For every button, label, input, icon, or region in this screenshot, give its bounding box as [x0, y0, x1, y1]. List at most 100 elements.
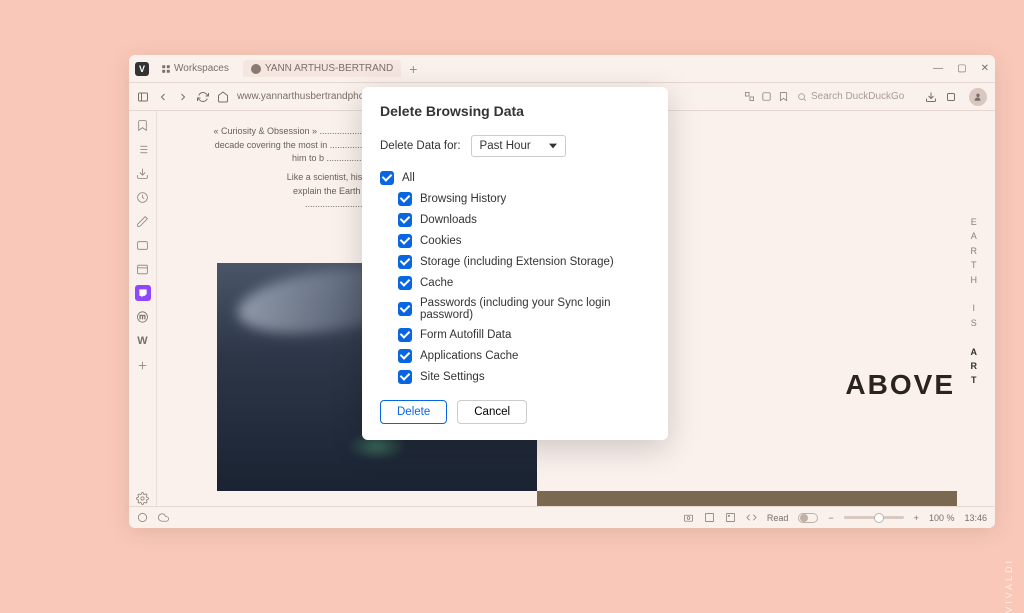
checkbox-icon [398, 255, 412, 269]
maximize-button[interactable]: ▢ [957, 63, 966, 74]
checkbox-icon [398, 302, 412, 316]
code-icon [746, 512, 757, 523]
time-range-select[interactable]: Past Hour [471, 135, 566, 157]
status-capture[interactable] [683, 512, 694, 523]
status-read-toggle[interactable] [798, 513, 818, 523]
status-images[interactable] [725, 512, 736, 523]
reload-button[interactable] [197, 91, 209, 103]
zoom-slider[interactable] [844, 516, 904, 519]
delete-for-row: Delete Data for: Past Hour [380, 135, 650, 157]
checkbox-icon [398, 349, 412, 363]
workspaces-label: Workspaces [174, 63, 229, 74]
tab-title: YANN ARTHUS-BERTRAND [265, 63, 393, 74]
checkbox-label: Passwords (including your Sync login pas… [420, 297, 650, 321]
extensions-button[interactable] [945, 91, 957, 103]
grid-icon [704, 512, 715, 523]
panel-wikipedia[interactable]: W [135, 333, 151, 349]
close-button[interactable]: ✕ [981, 63, 989, 74]
checkbox-item[interactable]: Cookies [398, 234, 650, 248]
status-read-label: Read [767, 513, 789, 523]
profile-button[interactable] [969, 88, 987, 106]
titlebar: V Workspaces YANN ARTHUS-BERTRAND + — ▢ … [129, 55, 995, 83]
arrow-right-icon [177, 91, 189, 103]
downloads-button[interactable] [925, 91, 937, 103]
image-icon [725, 512, 736, 523]
reload-icon [197, 91, 209, 103]
cancel-button[interactable]: Cancel [457, 400, 527, 424]
checkbox-label: Cookies [420, 235, 462, 247]
status-cloud[interactable] [158, 512, 169, 523]
minimize-button[interactable]: — [933, 63, 943, 74]
panel-window[interactable] [135, 261, 151, 277]
sync-icon [137, 512, 148, 523]
checkbox-item[interactable]: Storage (including Extension Storage) [398, 255, 650, 269]
vivaldi-watermark: VIVALDI [1004, 558, 1014, 613]
checkbox-label: Storage (including Extension Storage) [420, 256, 614, 268]
search-icon [797, 92, 807, 102]
vertical-text-plain: EARTHIS [971, 215, 982, 330]
panel-mastodon[interactable]: ⓜ [135, 309, 151, 325]
puzzle-icon [945, 91, 957, 103]
bookmark-icon[interactable] [778, 91, 789, 102]
checkbox-label: Cache [420, 277, 453, 289]
browser-tab[interactable]: YANN ARTHUS-BERTRAND [243, 60, 401, 77]
panel-add[interactable] [135, 357, 151, 373]
clock-icon [136, 191, 149, 204]
status-bar: Read − + 100 % 13:46 [129, 506, 995, 528]
new-tab-button[interactable]: + [409, 61, 417, 77]
delete-browsing-data-dialog: Delete Browsing Data Delete Data for: Pa… [362, 87, 668, 440]
checkbox-icon [398, 370, 412, 384]
reader-icon[interactable] [761, 91, 772, 102]
zoom-value: 100 % [929, 513, 955, 523]
person-icon [973, 92, 983, 102]
checkbox-icon [398, 276, 412, 290]
panel-translate[interactable] [135, 237, 151, 253]
panel-twitch[interactable] [135, 285, 151, 301]
checkbox-label: Downloads [420, 214, 477, 226]
panel-reading-list[interactable] [135, 141, 151, 157]
gear-icon [136, 492, 149, 505]
checkbox-label: Browsing History [420, 193, 506, 205]
checkbox-item[interactable]: Downloads [398, 213, 650, 227]
checkbox-item[interactable]: Browsing History [398, 192, 650, 206]
clock: 13:46 [964, 513, 987, 523]
status-page-actions[interactable] [746, 512, 757, 523]
translate-icon [136, 239, 149, 252]
tab-favicon [251, 64, 261, 74]
zoom-in[interactable]: + [914, 513, 919, 523]
download-icon [925, 91, 937, 103]
delete-button[interactable]: Delete [380, 400, 447, 424]
checkbox-icon [398, 234, 412, 248]
panel-notes[interactable] [135, 213, 151, 229]
home-button[interactable] [217, 91, 229, 103]
checkbox-item[interactable]: Cache [398, 276, 650, 290]
cloud-icon [158, 512, 169, 523]
vivaldi-logo-icon[interactable]: V [135, 62, 149, 76]
workspaces-button[interactable]: Workspaces [155, 61, 235, 76]
status-tiling[interactable] [704, 512, 715, 523]
window-icon [136, 263, 149, 276]
window-controls: — ▢ ✕ [933, 63, 989, 74]
panel-history[interactable] [135, 189, 151, 205]
panel-toggle-button[interactable] [137, 91, 149, 103]
checkbox-icon [398, 328, 412, 342]
checkbox-item[interactable]: Site Settings [398, 370, 650, 384]
vertical-text-bold: ART [971, 330, 982, 388]
panel-settings[interactable] [135, 490, 151, 506]
zoom-out[interactable]: − [828, 513, 833, 523]
panel-bookmarks[interactable] [135, 117, 151, 133]
list-icon [136, 143, 149, 156]
translate-icon[interactable] [744, 91, 755, 102]
forward-button[interactable] [177, 91, 189, 103]
back-button[interactable] [157, 91, 169, 103]
status-sync[interactable] [137, 512, 148, 523]
dialog-title: Delete Browsing Data [380, 103, 650, 119]
panel-downloads[interactable] [135, 165, 151, 181]
checkbox-item[interactable]: Applications Cache [398, 349, 650, 363]
search-field[interactable]: Search DuckDuckGo [797, 91, 917, 102]
panel-icon [137, 91, 149, 103]
address-extensions [744, 91, 789, 102]
checkbox-item[interactable]: Passwords (including your Sync login pas… [398, 297, 650, 321]
checkbox-item[interactable]: Form Autofill Data [398, 328, 650, 342]
checkbox-all[interactable]: All [380, 171, 650, 185]
